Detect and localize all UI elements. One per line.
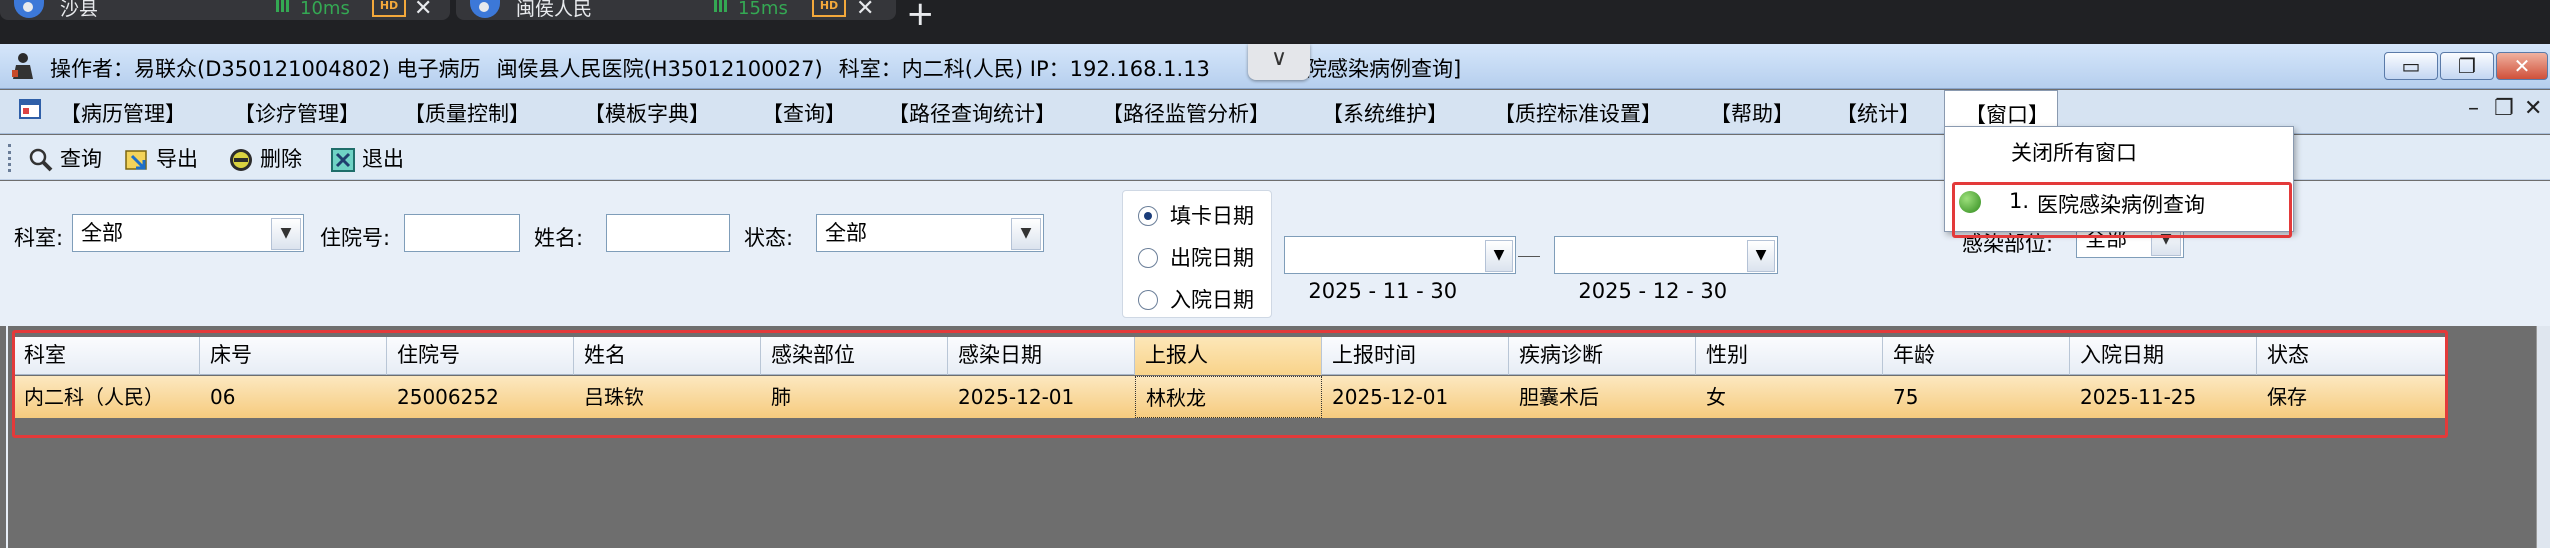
dept-value: 全部 [81, 221, 123, 245]
dept-select[interactable]: 全部 ▼ [72, 214, 304, 252]
patient-name-label: 姓名: [534, 226, 584, 250]
export-icon [125, 150, 147, 170]
ping-text: 10ms [300, 0, 350, 19]
radio-admission-date[interactable]: 入院日期 [1138, 284, 1254, 314]
admission-no-input[interactable] [404, 214, 520, 252]
admission-no-label: 住院号: [320, 226, 391, 250]
radio-indicator [1138, 248, 1158, 268]
browser-tab-title: 闽侯人民 [516, 0, 593, 20]
mdi-restore-icon[interactable]: ❐ [2494, 96, 2514, 121]
hd-badge: HD [812, 0, 846, 17]
export-label: 导出 [156, 147, 198, 171]
grid-left-edge [6, 326, 8, 548]
window-name: 院感染病例查询] [1306, 57, 1462, 81]
mdi-minimize-icon[interactable]: – [2468, 96, 2479, 121]
date-to-value: 2025 - 12 - 30 [1578, 279, 1728, 303]
hospital-info: 闽侯县人民医院(H35012100027) [496, 57, 823, 81]
export-button[interactable]: 导出 [124, 143, 198, 173]
exit-label: 退出 [362, 147, 404, 171]
radio-indicator [1138, 290, 1158, 310]
menu-qc-standards[interactable]: 【质控标准设置】 [1494, 98, 1662, 128]
globe-icon [470, 0, 500, 18]
radio-discharge-date-label: 出院日期 [1170, 246, 1254, 270]
menu-help[interactable]: 【帮助】 [1710, 98, 1794, 128]
menu-query[interactable]: 【查询】 [762, 98, 846, 128]
grid-highlight-annotation [12, 330, 2448, 438]
browser-tab-strip: 沙县 10ms HD ✕ 闽侯人民 15ms HD ✕ + [0, 0, 2550, 44]
menu-quality-control[interactable]: 【质量控制】 [404, 98, 530, 128]
restore-button[interactable]: ❐ [2440, 52, 2494, 80]
menu-path-supervision[interactable]: 【路径监管分析】 [1102, 98, 1270, 128]
app-person-icon [12, 53, 33, 79]
exit-icon [331, 148, 355, 172]
menu-templates[interactable]: 【模板字典】 [584, 98, 710, 128]
menu-system-maintenance[interactable]: 【系统维护】 [1322, 98, 1448, 128]
operator-info: 操作者：易联众(D350121004802) 电子病历 [50, 57, 481, 81]
menu-path-query-stats[interactable]: 【路径查询统计】 [888, 98, 1056, 128]
signal-icon [714, 0, 730, 12]
status-label: 状态: [744, 226, 794, 250]
date-from-value: 2025 - 11 - 30 [1308, 279, 1458, 303]
exit-button[interactable]: 退出 [330, 143, 404, 173]
browser-tab-2[interactable]: 闽侯人民 15ms HD ✕ [456, 0, 896, 20]
chevron-down-icon[interactable]: ▼ [1011, 218, 1041, 250]
delete-label: 删除 [260, 147, 302, 171]
close-button[interactable]: ✕ [2496, 52, 2548, 80]
query-button[interactable]: 查询 [28, 143, 102, 173]
delete-button[interactable]: 删除 [228, 143, 302, 173]
minimize-button[interactable]: ▭ [2384, 52, 2438, 80]
radio-fill-date[interactable]: 填卡日期 [1138, 200, 1254, 230]
mdi-close-icon[interactable]: ✕ [2524, 96, 2542, 121]
magnifier-icon [29, 148, 53, 172]
close-all-windows-item[interactable]: 关闭所有窗口 [2011, 137, 2137, 167]
close-tab-icon[interactable]: ✕ [414, 0, 432, 20]
status-value: 全部 [825, 221, 867, 245]
date-to-picker[interactable]: 2025 - 12 - 30 ▼ [1554, 236, 1778, 303]
title-bar: 操作者：易联众(D350121004802) 电子病历 闽侯县人民医院(H3501… [0, 44, 2550, 89]
menu-statistics[interactable]: 【统计】 [1836, 98, 1920, 128]
globe-icon [14, 0, 44, 18]
radio-discharge-date[interactable]: 出院日期 [1138, 242, 1254, 272]
patient-name-input[interactable] [606, 214, 730, 252]
window-title: 操作者：易联众(D350121004802) 电子病历 闽侯县人民医院(H3501… [50, 53, 1461, 83]
menu-diagnosis[interactable]: 【诊疗管理】 [234, 98, 360, 128]
hd-badge: HD [372, 0, 406, 17]
query-label: 查询 [60, 147, 102, 171]
date-from-picker[interactable]: 2025 - 11 - 30 ▼ [1284, 236, 1516, 303]
radio-selected-indicator [1138, 206, 1158, 226]
chevron-down-icon[interactable]: ∨ [1248, 44, 1310, 80]
toolbar-grip[interactable] [8, 144, 12, 172]
signal-icon [276, 0, 292, 12]
chevron-down-icon[interactable]: ▼ [271, 218, 301, 250]
close-tab-icon[interactable]: ✕ [856, 0, 874, 20]
dept-ip-info: 科室：内二科(人民) IP：192.168.1.13 [838, 57, 1210, 81]
chevron-down-icon[interactable]: ▼ [1747, 240, 1775, 272]
chevron-down-icon[interactable]: ▼ [1485, 240, 1513, 272]
highlight-annotation [1952, 182, 2292, 238]
vertical-splitter[interactable] [2536, 326, 2550, 548]
menu-window-label: 【窗口】 [1965, 103, 2049, 127]
new-tab-icon[interactable]: + [906, 0, 935, 34]
dept-label: 科室: [14, 226, 64, 250]
menu-medical-records[interactable]: 【病历管理】 [60, 98, 186, 128]
browser-tab-title: 沙县 [60, 0, 99, 20]
window-menu-icon[interactable] [18, 98, 42, 122]
delete-icon [230, 149, 252, 171]
ping-text: 15ms [738, 0, 788, 19]
radio-fill-date-label: 填卡日期 [1170, 204, 1254, 228]
browser-tab-1[interactable]: 沙县 10ms HD ✕ [0, 0, 450, 20]
status-select[interactable]: 全部 ▼ [816, 214, 1044, 252]
date-range-dash [1518, 256, 1540, 257]
radio-admission-date-label: 入院日期 [1170, 288, 1254, 312]
